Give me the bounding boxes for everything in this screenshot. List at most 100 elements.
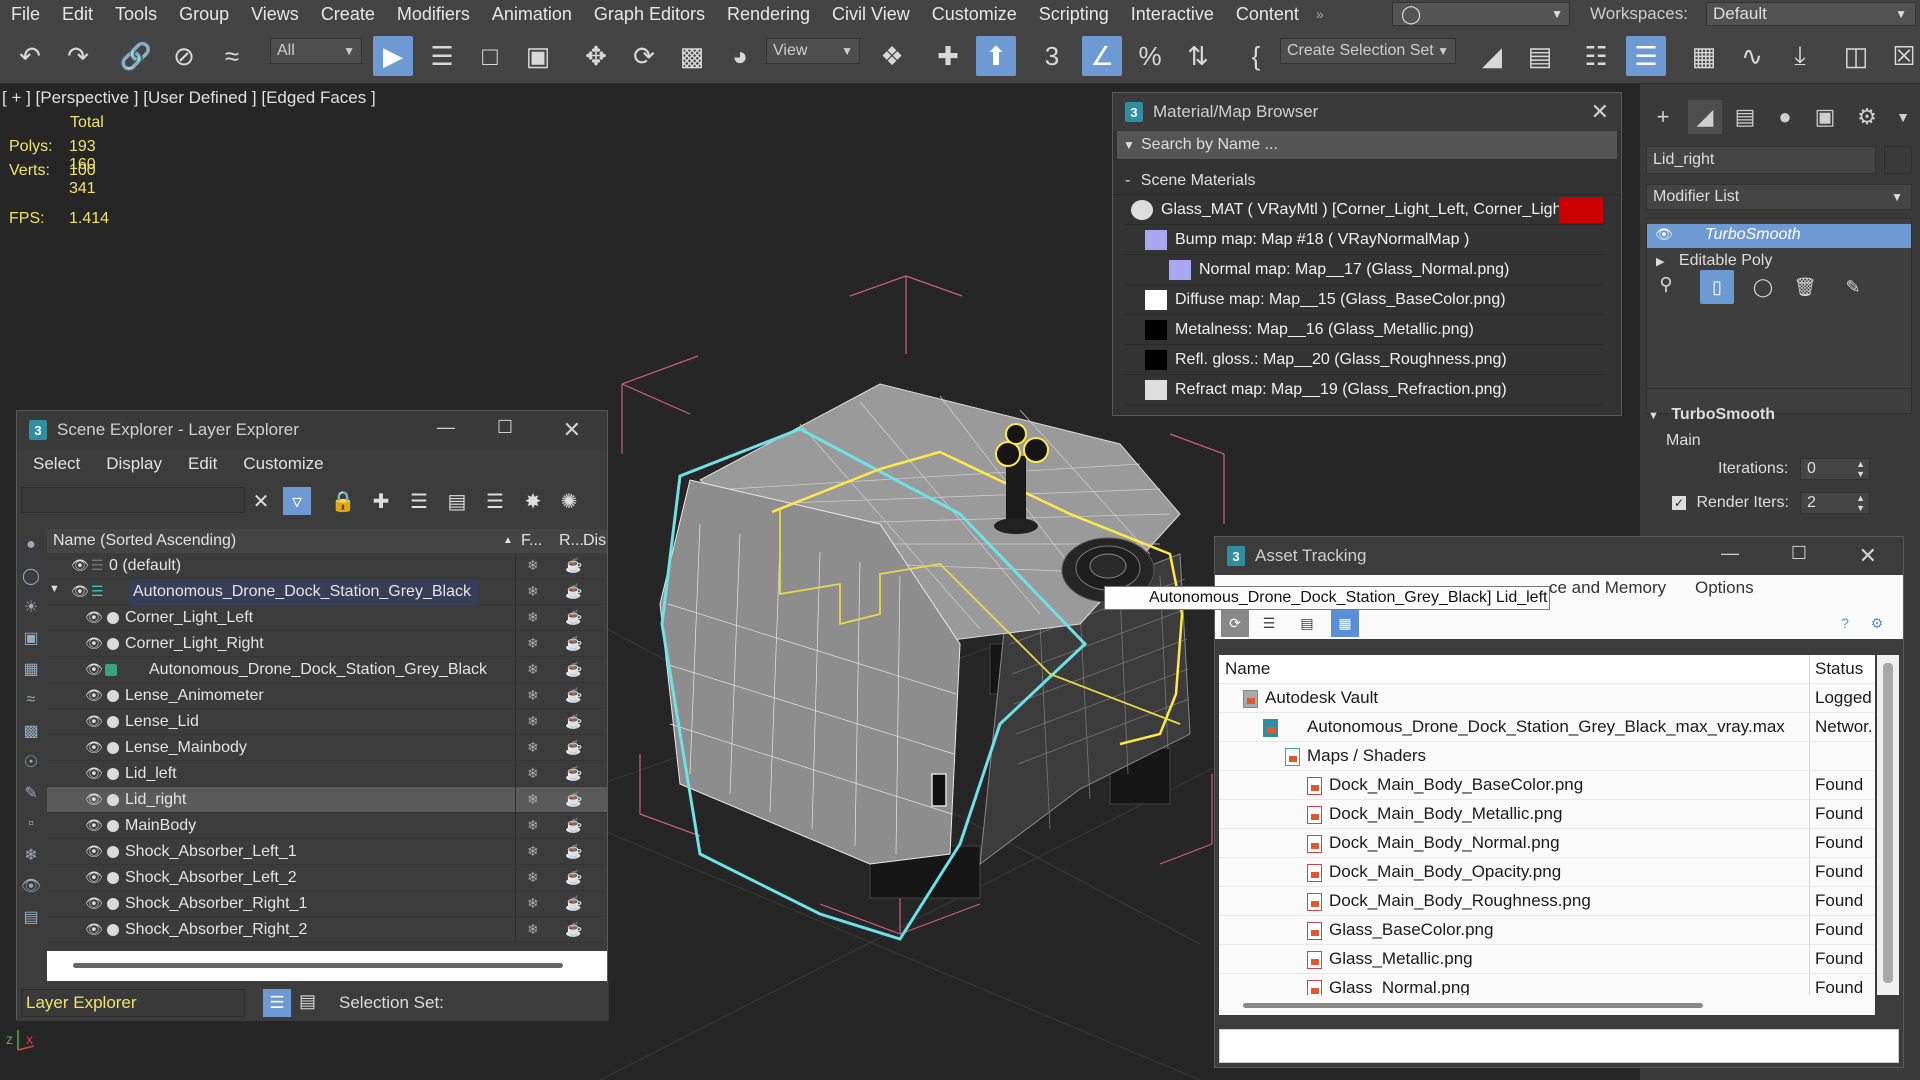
layers-toggle-icon[interactable]: ☰ <box>263 989 291 1017</box>
placement-icon[interactable]: ◕ <box>720 36 760 76</box>
asset-horizontal-scrollbar[interactable] <box>1219 995 1875 1015</box>
object-row[interactable]: 👁 Shock_Absorber_Left_1 ❄ ☕ <box>47 839 607 865</box>
select-manipulate-icon[interactable]: ✚ <box>928 36 968 76</box>
renderable-teapot-icon[interactable]: ☕ <box>565 713 582 730</box>
rotate-icon[interactable]: ⟳ <box>624 36 664 76</box>
asset-row[interactable]: Dock_Main_Body_Normal.png Found <box>1219 829 1875 858</box>
stack-icon[interactable]: ☰ <box>481 487 509 515</box>
visibility-eye-icon[interactable]: 👁 <box>85 661 103 678</box>
visibility-eye-icon[interactable]: 👁 <box>85 609 103 626</box>
render-iters-spinner[interactable]: 2 ▲ ▼ <box>1800 492 1870 514</box>
scene-materials-section[interactable]: - Scene Materials <box>1113 167 1621 195</box>
layer-row[interactable]: 👁 ☰ 0 (default) ❄ ☕ <box>47 553 607 579</box>
renderable-teapot-icon[interactable]: ☕ <box>565 895 582 912</box>
map-row[interactable]: Diffuse map: Map__15 (Glass_BaseColor.pn… <box>1125 285 1603 315</box>
menu-edit[interactable]: Edit <box>51 4 104 25</box>
help-icon[interactable]: ? <box>1831 609 1859 637</box>
filter-spacewarps-icon[interactable]: ≈ <box>17 684 45 715</box>
layer-row[interactable]: ▼ 👁 ☰ Autonomous_Drone_Dock_Station_Grey_Bl… <box>47 579 607 605</box>
asset-row[interactable]: Autodesk Vault Logged <box>1219 684 1875 713</box>
chevron-down-icon[interactable]: ▼ <box>1123 131 1135 159</box>
motion-tab-icon[interactable]: ● <box>1768 100 1802 134</box>
close-icon[interactable]: ✕ <box>563 417 581 443</box>
freeze-icon[interactable]: ❄ <box>527 583 539 600</box>
pivot-center-icon[interactable]: ❖ <box>872 36 912 76</box>
hierarchy-tab-icon[interactable]: ▤ <box>1728 100 1762 134</box>
filter-lights-icon[interactable]: ☀ <box>17 591 45 622</box>
visibility-eye-icon[interactable]: 👁 <box>85 869 103 886</box>
options-icon[interactable]: ⚙ <box>1863 609 1891 637</box>
column-status[interactable]: Status <box>1815 659 1863 679</box>
menu-tools[interactable]: Tools <box>104 4 168 25</box>
render-iters-checkbox[interactable]: ✓ <box>1672 496 1686 510</box>
close-icon[interactable]: ✕ <box>1859 543 1877 569</box>
freeze-icon[interactable]: ❄ <box>527 687 539 704</box>
visibility-eye-icon[interactable]: 👁 <box>85 713 103 730</box>
freeze-icon[interactable]: ❄ <box>527 661 539 678</box>
scrollbar-thumb[interactable] <box>1243 1003 1703 1008</box>
material-editor-icon[interactable]: ◫ <box>1836 36 1876 76</box>
material-browser-titlebar[interactable]: 3 Material/Map Browser ✕ <box>1113 93 1621 131</box>
asset-row[interactable]: Dock_Main_Body_Roughness.png Found <box>1219 887 1875 916</box>
light-icon[interactable]: ✸ <box>519 487 547 515</box>
named-selection-dropdown[interactable]: Create Selection Set ▼ <box>1280 38 1456 64</box>
menu-customize[interactable]: Customize <box>243 454 323 474</box>
selection-filter-dropdown[interactable]: All ▼ <box>270 38 362 64</box>
asset-row[interactable]: Glass_Normal.png Found <box>1219 974 1875 995</box>
undo-icon[interactable]: ↶ <box>10 36 50 76</box>
visibility-eye-icon[interactable]: 👁 <box>85 817 103 834</box>
selection-set-icon[interactable]: ▤ <box>299 991 316 1012</box>
expand-icon[interactable]: ▶ <box>1656 256 1664 268</box>
mirror-icon[interactable]: ◢ <box>1472 36 1512 76</box>
scene-explorer-titlebar[interactable]: 3 Scene Explorer - Layer Explorer — ☐ ✕ <box>17 411 607 449</box>
asset-row[interactable]: Maps / Shaders <box>1219 742 1875 771</box>
menu-select[interactable]: Select <box>33 454 80 474</box>
menu-content[interactable]: Content <box>1225 4 1310 25</box>
menu-create[interactable]: Create <box>310 4 386 25</box>
filter-containers-icon[interactable]: ▫ <box>17 808 45 839</box>
object-row[interactable]: 👁 Lense_Animometer ❄ ☕ <box>47 683 607 709</box>
freeze-icon[interactable]: ❄ <box>527 843 539 860</box>
settings-icon[interactable]: ✺ <box>555 487 583 515</box>
configure-modifier-sets-icon[interactable]: ✎ <box>1836 270 1870 304</box>
ribbon-toggle-icon[interactable]: ▦ <box>1684 36 1724 76</box>
visibility-eye-icon[interactable]: 👁 <box>85 791 103 808</box>
freeze-icon[interactable]: ❄ <box>527 609 539 626</box>
column-renderable[interactable]: R... <box>559 532 584 550</box>
maximize-icon[interactable]: ☐ <box>497 417 513 438</box>
menu-interactive[interactable]: Interactive <box>1120 4 1225 25</box>
layer-explorer-toggle-icon[interactable]: ☰ <box>1626 36 1666 76</box>
modify-tab-icon[interactable]: ◢ <box>1688 100 1722 134</box>
minimize-icon[interactable]: — <box>437 417 455 438</box>
material-row[interactable]: Glass_MAT ( VRayMtl ) [Corner_Light_Left… <box>1125 195 1603 225</box>
scrollbar-thumb[interactable] <box>73 963 563 968</box>
menu-edit[interactable]: Edit <box>188 454 217 474</box>
visibility-eye-icon[interactable]: 👁 <box>85 895 103 912</box>
renderable-teapot-icon[interactable]: ☕ <box>565 635 582 652</box>
scene-explorer-toggle-icon[interactable]: ☷ <box>1576 36 1616 76</box>
move-icon[interactable]: ✥ <box>576 36 616 76</box>
layers-icon[interactable]: ☰ <box>405 487 433 515</box>
filter-helpers-icon[interactable]: ▦ <box>17 653 45 684</box>
angle-snap-icon[interactable]: ∠ <box>1082 36 1122 76</box>
menu-customize[interactable]: Customize <box>921 4 1028 25</box>
column-name[interactable]: Name (Sorted Ascending) <box>53 532 236 550</box>
scrollbar-thumb[interactable] <box>1883 663 1893 983</box>
asset-row[interactable]: Autonomous_Drone_Dock_Station_Grey_Black… <box>1219 713 1875 742</box>
window-crossing-icon[interactable]: ▣ <box>518 36 558 76</box>
freeze-icon[interactable]: ❄ <box>527 817 539 834</box>
renderable-teapot-icon[interactable]: ☕ <box>565 609 582 626</box>
select-object-icon[interactable]: ▶ <box>373 36 413 76</box>
modifier-turbosmooth[interactable]: 👁 TurboSmooth <box>1647 224 1911 248</box>
show-end-result-icon[interactable]: ▯ <box>1700 270 1734 304</box>
filter-frozen-icon[interactable]: ❄ <box>17 839 45 870</box>
renderable-teapot-icon[interactable]: ☕ <box>565 661 582 678</box>
asset-tracking-titlebar[interactable]: 3 Asset Tracking — ☐ ✕ <box>1215 537 1903 575</box>
filter-groups-icon[interactable]: ▩ <box>17 715 45 746</box>
visibility-eye-icon[interactable]: 👁 <box>71 583 89 600</box>
object-row[interactable]: 👁 Lid_left ❄ ☕ <box>47 761 607 787</box>
unlink-icon[interactable]: ⊘ <box>164 36 204 76</box>
asset-row[interactable]: Dock_Main_Body_Metallic.png Found <box>1219 800 1875 829</box>
chevron-down-icon[interactable]: ▼ <box>1886 100 1920 134</box>
add-layer-icon[interactable]: ✚ <box>367 487 395 515</box>
